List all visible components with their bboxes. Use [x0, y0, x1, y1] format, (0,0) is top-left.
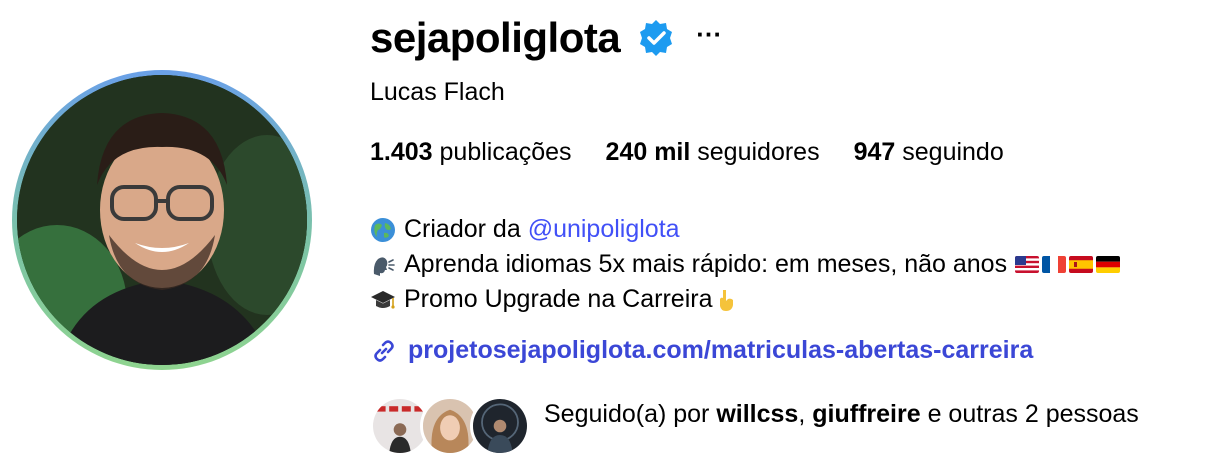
follower-avatars [370, 396, 530, 456]
posts-stat: 1.403 publicações [370, 138, 572, 167]
followed-by-separator: , [798, 400, 806, 428]
bio-line-1-text: Criador da [404, 215, 521, 243]
followed-by-prefix: Seguido(a) por [544, 400, 710, 428]
link-icon [374, 339, 394, 362]
full-name: Lucas Flach [370, 78, 505, 106]
pointing-down-icon [720, 289, 734, 311]
external-link-row[interactable]: projetosejapoliglota.com/matriculas-aber… [370, 336, 1033, 365]
posts-count: 1.403 [370, 138, 433, 166]
followers-count: 240 mil [605, 138, 691, 166]
follower-avatar-3[interactable] [470, 396, 530, 456]
speaking-head-icon [373, 256, 395, 276]
france-flag-icon [1042, 256, 1067, 273]
followers-label: seguidores [697, 138, 820, 166]
profile-stats: 1.403 publicações 240 mil seguidores 947… [370, 138, 1038, 167]
followed-by-suffix: e outras 2 pessoas [927, 400, 1139, 428]
following-label: seguindo [902, 138, 1004, 166]
external-link[interactable]: projetosejapoliglota.com/matriculas-aber… [408, 336, 1033, 365]
followed-by-user-1[interactable]: willcss [716, 400, 798, 428]
followed-by-text: Seguido(a) por willcss, giuffreire e out… [544, 396, 1144, 432]
followed-by-row[interactable]: Seguido(a) por willcss, giuffreire e out… [370, 396, 1144, 456]
spain-flag-icon [1069, 256, 1094, 273]
following-stat[interactable]: 947 seguindo [854, 138, 1004, 167]
posts-label: publicações [439, 138, 572, 166]
bio-mention-link[interactable]: @unipoliglota [528, 212, 680, 247]
following-count: 947 [853, 138, 896, 166]
followed-by-user-2[interactable]: giuffreire [812, 400, 920, 428]
bio-line-2-text: Aprenda idiomas 5x mais rápido: em meses… [404, 250, 1008, 278]
germany-flag-icon [1096, 256, 1121, 273]
bio-line-2: Aprenda idiomas 5x mais rápido: em meses… [370, 247, 1123, 282]
bio-line-1: Criador da @unipoliglota [370, 212, 1123, 247]
bio: Criador da @unipoliglota Aprenda idiomas… [370, 212, 1123, 317]
more-options-icon[interactable]: ··· [696, 21, 722, 47]
profile-header: sejapoliglota ··· [370, 10, 722, 66]
bio-line-3: Promo Upgrade na Carreira [370, 282, 1123, 317]
avatar-portrait-icon [17, 75, 307, 365]
graduation-cap-icon [371, 290, 395, 309]
verified-badge-icon [640, 20, 673, 56]
person-avatar-icon [423, 399, 477, 453]
profile-avatar-ring[interactable] [12, 70, 312, 370]
profile-avatar[interactable] [17, 75, 307, 365]
username: sejapoliglota [370, 14, 621, 61]
us-flag-icon [1015, 256, 1040, 273]
language-flags [1015, 256, 1123, 273]
person-avatar-icon [373, 399, 427, 453]
globe-icon [371, 217, 395, 242]
followers-stat[interactable]: 240 mil seguidores [606, 138, 820, 167]
person-avatar-icon [473, 399, 527, 453]
bio-line-3-text: Promo Upgrade na Carreira [404, 285, 713, 313]
